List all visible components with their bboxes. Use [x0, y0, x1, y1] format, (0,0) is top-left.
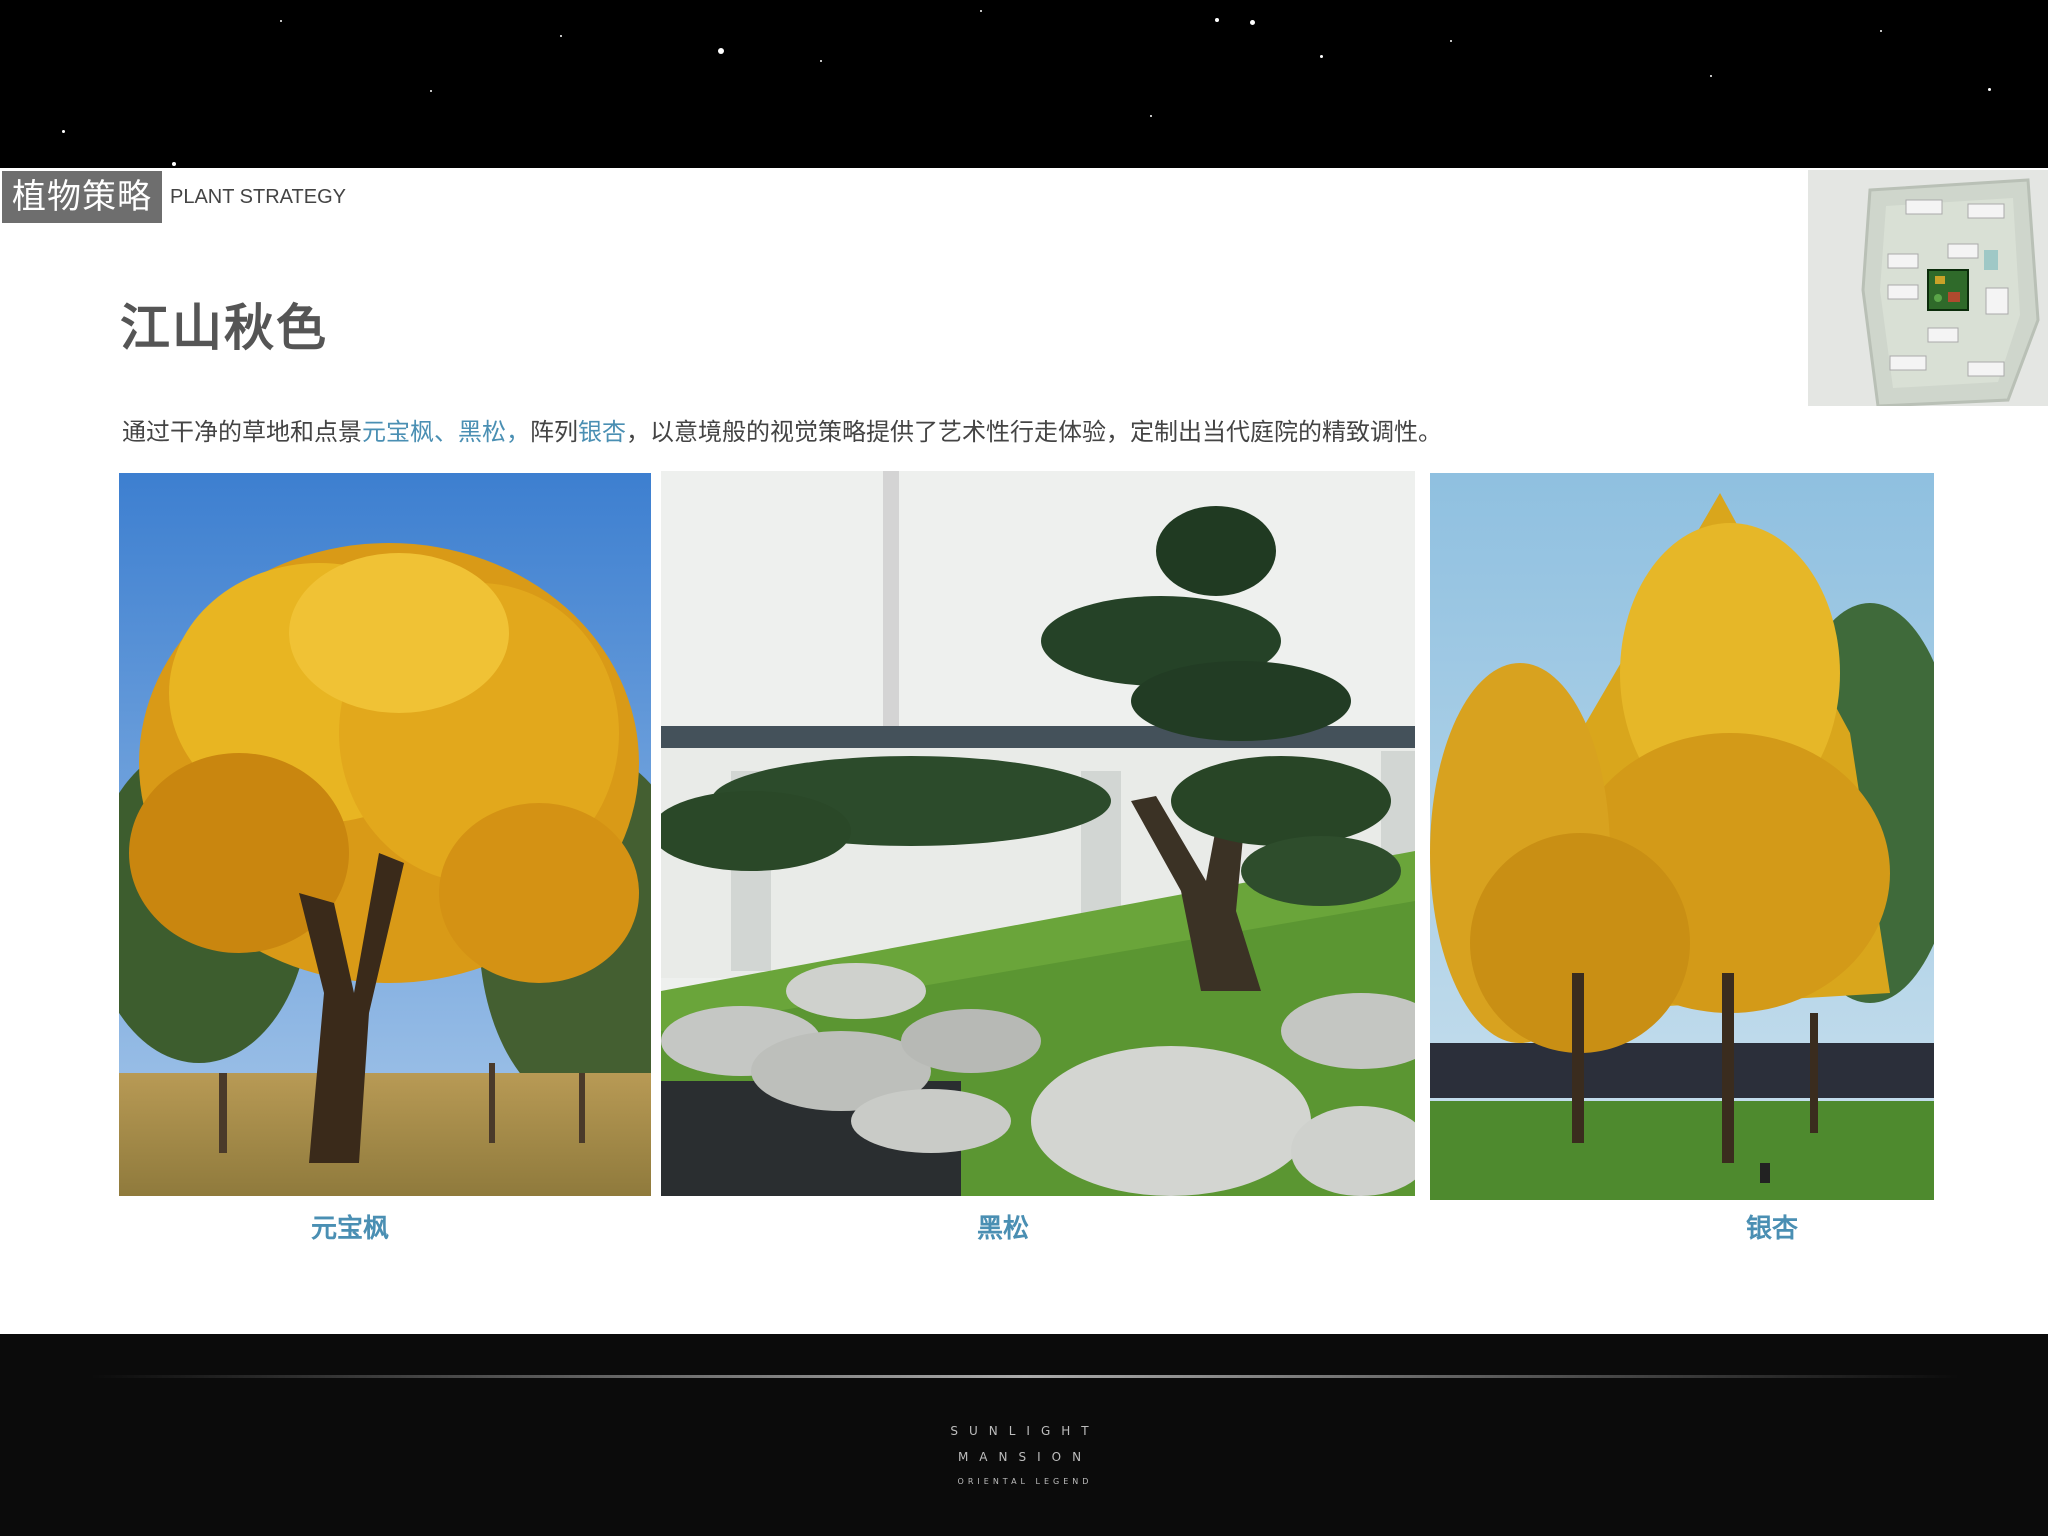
star — [172, 162, 176, 166]
star — [560, 35, 562, 37]
footer-divider — [90, 1375, 1960, 1378]
star — [62, 130, 65, 133]
star — [1320, 55, 1323, 58]
star — [1710, 75, 1712, 77]
star — [718, 48, 724, 54]
caption-maple: 元宝枫 — [310, 1214, 389, 1244]
section-tag: 植物策略 PLANT STRATEGY — [2, 171, 346, 223]
star — [1988, 88, 1991, 91]
star — [1150, 115, 1152, 117]
star — [1450, 40, 1452, 42]
star — [1880, 30, 1882, 32]
description-text: 通过干净的草地和点景 — [122, 418, 362, 446]
description-text: 阵列 — [530, 418, 578, 446]
section-tag-cn: 植物策略 — [2, 171, 162, 223]
footer-band: SUNLIGHT MANSION ORIENTAL LEGEND — [0, 1334, 2048, 1536]
star — [280, 20, 282, 22]
star — [1215, 18, 1219, 22]
star — [1250, 20, 1255, 25]
description: 通过干净的草地和点景元宝枫、黑松，阵列银杏，以意境般的视觉策略提供了艺术性行走体… — [122, 412, 1442, 447]
brand-line-3: ORIENTAL LEGEND — [957, 1477, 1093, 1486]
page-title: 江山秋色 — [120, 299, 328, 357]
black-pine-photo — [661, 471, 1415, 1196]
key-plan-map — [1808, 170, 2048, 406]
starfield-banner — [0, 0, 2048, 168]
slide-panel: 植物策略 PLANT STRATEGY 江山秋色 通过干净的草地和点景元宝枫、黑… — [0, 168, 2048, 1334]
highlight-ginkgo: 银杏 — [578, 418, 626, 446]
star — [430, 90, 432, 92]
highlight-maple-pine: 元宝枫、黑松， — [362, 418, 530, 446]
brand-line-2: MANSION — [957, 1450, 1093, 1464]
caption-ginkgo: 银杏 — [1745, 1214, 1798, 1244]
caption-black-pine: 黑松 — [976, 1214, 1029, 1244]
ginkgo-tree-photo — [1430, 473, 1934, 1200]
brand-line-1: SUNLIGHT — [950, 1424, 1100, 1438]
brand-logo-text: SUNLIGHT MANSION ORIENTAL LEGEND — [900, 1418, 1150, 1494]
star — [820, 60, 822, 62]
description-text: ，以意境般的视觉策略提供了艺术性行走体验，定制出当代庭院的精致调性。 — [626, 418, 1442, 446]
section-tag-en: PLANT STRATEGY — [170, 185, 346, 208]
maple-tree-photo — [119, 473, 651, 1196]
star — [980, 10, 982, 12]
